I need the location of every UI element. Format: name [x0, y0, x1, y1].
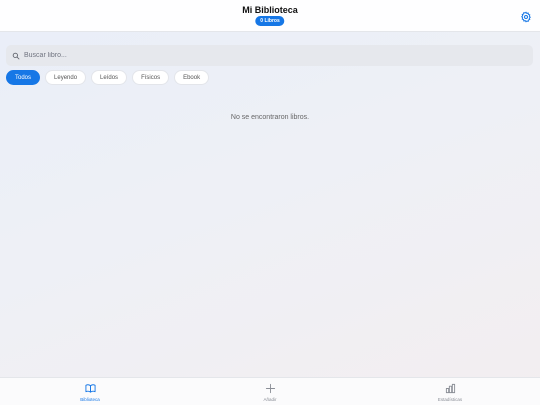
filter-chip-ebook[interactable]: Ebook [174, 70, 210, 85]
page-title: Mi Biblioteca [242, 5, 298, 15]
filter-chip-leidos[interactable]: Leídos [91, 70, 128, 85]
tab-anadir[interactable]: Añadir [180, 378, 360, 405]
filter-chip-leyendo[interactable]: Leyendo [45, 70, 87, 85]
settings-button[interactable] [520, 10, 532, 23]
filter-chip-todos[interactable]: Todos [6, 70, 41, 85]
bottom-tab-bar: Biblioteca Añadir Estadísticas [0, 377, 540, 405]
bar-chart-icon [445, 383, 455, 394]
app-header: Mi Biblioteca 0 Libros [0, 0, 540, 32]
filter-chips: Todos Leyendo Leídos Físicos Ebook [6, 70, 210, 85]
tab-label: Añadir [263, 397, 277, 402]
tab-estadisticas[interactable]: Estadísticas [360, 378, 540, 405]
gear-icon [521, 11, 531, 23]
empty-state-message: No se encontraron libros. [230, 114, 310, 121]
search-bar[interactable] [6, 45, 533, 66]
book-icon [84, 384, 96, 393]
plus-icon [265, 383, 275, 394]
search-icon [12, 52, 20, 59]
search-input[interactable] [24, 52, 504, 59]
tab-biblioteca[interactable]: Biblioteca [0, 378, 180, 405]
book-count-badge: 0 Libros [255, 16, 285, 26]
tab-label: Biblioteca [80, 397, 100, 402]
tab-label: Estadísticas [437, 397, 463, 402]
filter-chip-fisicos[interactable]: Físicos [132, 70, 170, 85]
